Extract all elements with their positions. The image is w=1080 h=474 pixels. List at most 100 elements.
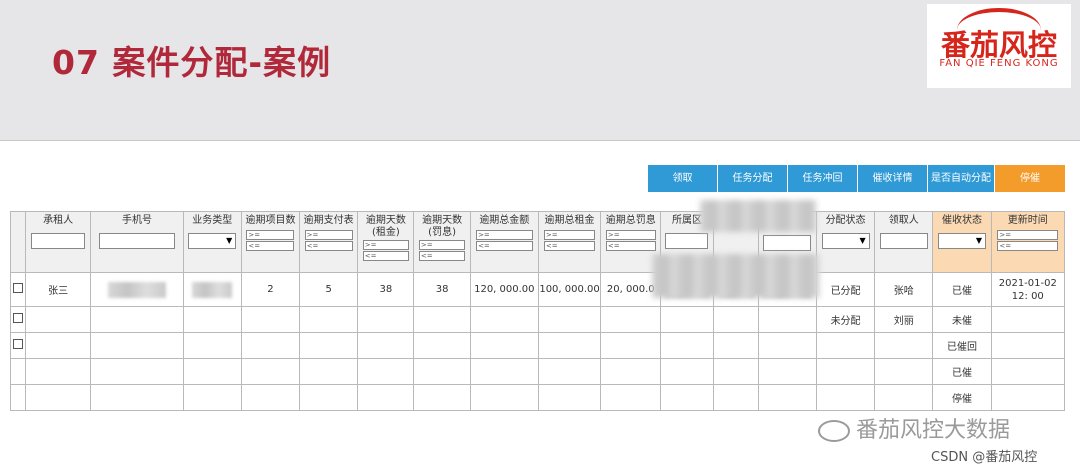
column-header-collection-status: 催收状态 ▼	[932, 211, 992, 273]
overdue-items-cell: 2	[240, 272, 301, 307]
row-checkbox[interactable]	[13, 313, 24, 323]
column-header-update-time: 更新时间 >= <=	[990, 211, 1066, 273]
assign-status-filter-select[interactable]: ▼	[821, 233, 870, 249]
phone-cell	[90, 332, 184, 359]
assign-status-cell: 已分配	[815, 272, 876, 307]
revoke-task-button[interactable]: 任务冲回	[788, 165, 858, 192]
phone-cell	[90, 384, 184, 411]
assign-status-cell	[815, 332, 876, 359]
column-header-lessee: 承租人	[25, 211, 92, 273]
update-time-from-input[interactable]: >=	[997, 230, 1059, 240]
lessee-cell	[25, 384, 92, 411]
column-label: 逾期总租金	[544, 215, 595, 226]
lessee-cell: 张三	[25, 272, 92, 307]
overdue-schedule-cell	[299, 306, 359, 333]
collection-status-cell: 已催	[932, 272, 992, 307]
update-time-cell	[990, 306, 1066, 333]
region-cell	[660, 306, 714, 333]
redacted-cell	[757, 332, 817, 359]
overdue-schedule-max-input[interactable]: <=	[304, 241, 353, 251]
region-cell	[660, 332, 714, 359]
overdue-rent-max-input[interactable]: <=	[543, 241, 596, 251]
column-header-assign-status: 分配状态 ▼	[815, 211, 876, 273]
column-label: 手机号	[121, 215, 152, 226]
lessee-cell	[25, 358, 92, 385]
assign-task-button[interactable]: 任务分配	[718, 165, 788, 192]
slide-header: 07 案件分配-案例 番茄风控 FAN QIE FENG KONG	[0, 0, 1080, 141]
overdue-days-penalty-max-input[interactable]: <=	[418, 251, 466, 261]
update-time-cell	[990, 384, 1066, 411]
overdue-total-rent-cell	[537, 358, 602, 385]
overdue-days-rent-cell	[357, 306, 415, 333]
update-time-cell	[990, 332, 1066, 359]
business-type-cell	[182, 358, 242, 385]
overdue-schedule-min-input[interactable]: >=	[304, 230, 353, 240]
table-row: 未分配 刘丽 未催	[9, 306, 1066, 333]
region-cell	[660, 358, 714, 385]
overdue-days-rent-min-input[interactable]: >=	[362, 240, 410, 250]
redacted-filter-input[interactable]	[763, 235, 812, 251]
table-row: 已催回	[9, 332, 1066, 359]
redacted-cell	[757, 384, 817, 411]
row-checkbox[interactable]	[13, 339, 24, 349]
overdue-total-penalty-cell	[600, 306, 662, 333]
overdue-total-penalty-cell	[600, 332, 662, 359]
column-header-phone: 手机号	[90, 211, 184, 273]
overdue-schedule-cell: 5	[299, 272, 359, 307]
overdue-total-max-input[interactable]: <=	[476, 241, 533, 251]
business-type-cell	[182, 272, 242, 307]
overdue-items-min-input[interactable]: >=	[246, 230, 295, 240]
phone-cell	[90, 272, 184, 307]
overdue-days-rent-cell: 38	[357, 272, 415, 307]
phone-filter-input[interactable]	[98, 233, 176, 249]
business-type-cell	[182, 384, 242, 411]
overdue-rent-min-input[interactable]: >=	[543, 230, 596, 240]
column-label: 更新时间	[1007, 215, 1048, 226]
overdue-total-rent-cell	[537, 332, 602, 359]
source-credit: CSDN @番茄风控	[931, 450, 1038, 465]
lessee-filter-input[interactable]	[31, 233, 86, 249]
overdue-schedule-cell	[299, 358, 359, 385]
auto-assign-button[interactable]: 是否自动分配	[928, 165, 995, 192]
overdue-days-penalty-min-input[interactable]: >=	[418, 240, 466, 250]
collection-detail-button[interactable]: 催收详情	[858, 165, 928, 192]
wechat-icon	[818, 420, 850, 442]
overdue-penalty-max-input[interactable]: <=	[605, 241, 656, 251]
dropdown-arrow-icon: ▼	[975, 236, 983, 245]
overdue-days-penalty-cell	[413, 358, 471, 385]
dropdown-arrow-icon: ▼	[226, 236, 233, 245]
column-header-overdue-items: 逾期项目数 >= <=	[240, 211, 301, 273]
redacted-cell	[712, 306, 759, 333]
overdue-items-cell	[240, 306, 301, 333]
overdue-total-min-input[interactable]: >=	[476, 230, 533, 240]
overdue-penalty-min-input[interactable]: >=	[605, 230, 656, 240]
case-table: 承租人 手机号 业务类型 ▼ 逾期项目数 >= <= 逾期支付表 >= <= 逾…	[9, 211, 1066, 411]
redacted-cell	[712, 332, 759, 359]
table-row: 张三 2 5 38 38 120, 000.00 100, 000.00 20,…	[9, 272, 1066, 307]
overdue-items-cell	[240, 332, 301, 359]
watermark: 番茄风控大数据	[818, 412, 1010, 444]
stop-collection-button[interactable]: 停催	[995, 165, 1065, 192]
business-type-filter-select[interactable]: ▼	[188, 233, 237, 249]
dropdown-arrow-icon: ▼	[859, 236, 866, 245]
business-type-cell	[182, 332, 242, 359]
redacted-cell	[757, 306, 817, 333]
receiver-cell	[874, 384, 934, 411]
update-time-to-input[interactable]: <=	[997, 241, 1059, 251]
overdue-items-cell	[240, 358, 301, 385]
collection-status-filter-select[interactable]: ▼	[937, 233, 987, 249]
row-checkbox[interactable]	[13, 283, 24, 293]
overdue-items-max-input[interactable]: <=	[246, 241, 295, 251]
receiver-filter-input[interactable]	[879, 233, 928, 249]
region-filter-input[interactable]	[665, 233, 709, 249]
column-header-overdue-days-penalty: 逾期天数 (罚息) >= <=	[413, 211, 471, 273]
column-label: 领取人	[888, 215, 919, 226]
overdue-days-rent-max-input[interactable]: <=	[362, 251, 410, 261]
region-cell	[660, 384, 714, 411]
overdue-schedule-cell	[299, 384, 359, 411]
collection-status-cell: 已催	[932, 358, 992, 385]
column-label: 业务类型	[192, 215, 233, 226]
column-label: 逾期天数 (罚息)	[422, 215, 463, 238]
overdue-total-rent-cell	[537, 384, 602, 411]
claim-button[interactable]: 领取	[648, 165, 718, 192]
